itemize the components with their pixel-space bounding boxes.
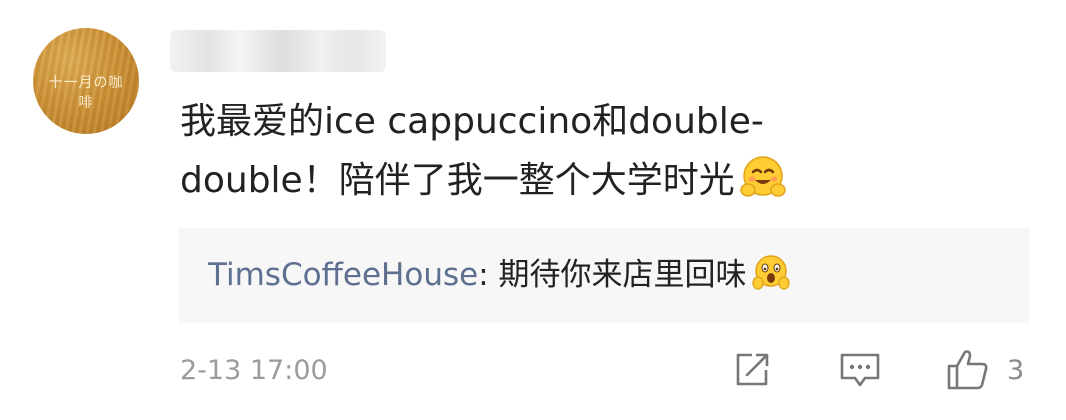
comment-text: 我最爱的ice cappuccino和double-double！陪伴了我一整个… [180,101,764,201]
reply-separator: : [478,257,499,293]
hugging-face-emoji-icon [739,156,786,197]
username-blurred[interactable] [170,30,386,72]
comment-timestamp: 2-13 17:00 [180,355,328,386]
reply-text: 期待你来店里回味 [498,257,747,293]
reply-line: TimsCoffeeHouse: 期待你来店里回味 [208,252,791,298]
scream-face-emoji-icon [751,255,790,290]
avatar-lettering: 十一月の咖啡 [48,75,124,111]
comment-icon[interactable] [839,352,881,390]
comment-body: 我最爱的ice cappuccino和double-double！陪伴了我一整个… [180,92,880,210]
thumbs-up-icon[interactable] [946,347,990,391]
commenter-avatar[interactable]: 十一月の咖啡 [33,28,139,134]
reply-author-link[interactable]: TimsCoffeeHouse [208,257,478,293]
author-reply: TimsCoffeeHouse: 期待你来店里回味 [178,228,1030,323]
share-icon[interactable] [732,350,772,390]
like-count: 3 [1007,355,1025,386]
